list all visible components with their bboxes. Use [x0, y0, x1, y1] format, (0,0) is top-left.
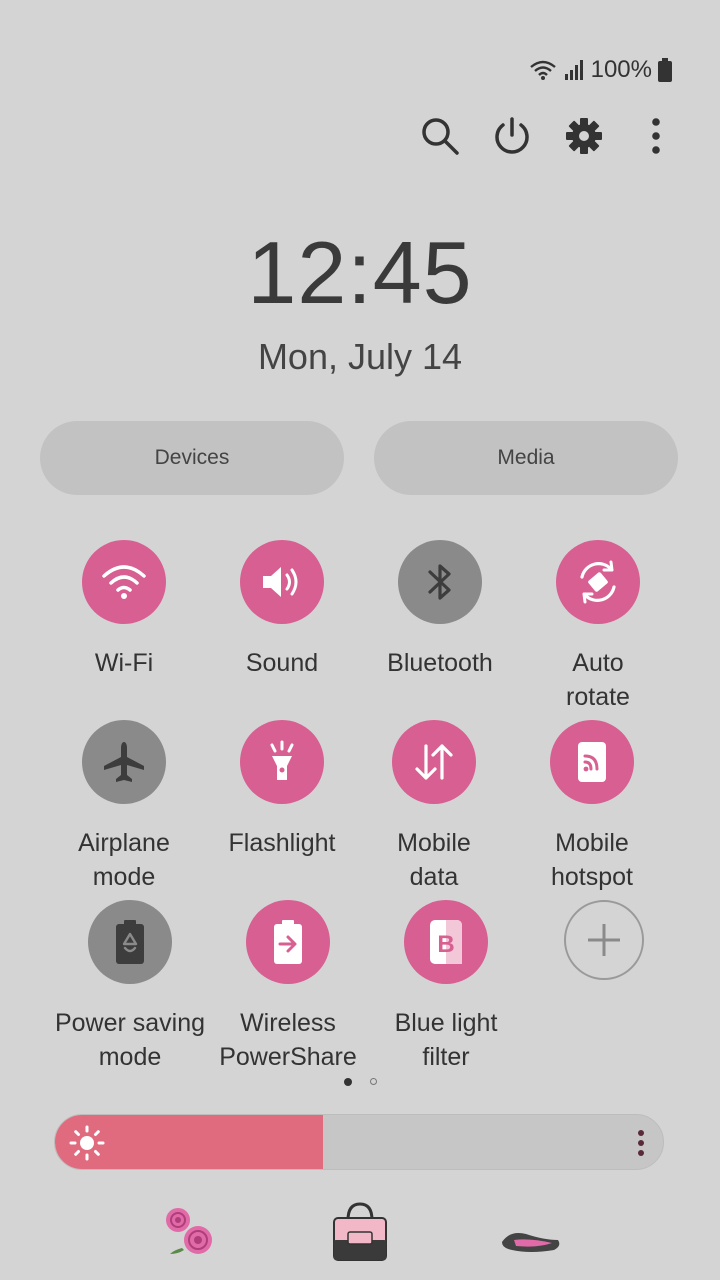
tile-auto-rotate[interactable]: Auto rotate [518, 540, 678, 714]
tile-hotspot-circle[interactable] [550, 720, 634, 804]
mobile-data-icon [415, 744, 453, 780]
hotspot-icon [578, 742, 606, 782]
brightness-slider[interactable] [54, 1114, 664, 1170]
power-icon [495, 117, 529, 154]
powershare-icon [274, 920, 302, 964]
bluetooth-icon [428, 564, 451, 600]
svg-text:B: B [437, 931, 454, 958]
wifi-status-icon [529, 60, 556, 80]
tile-power-saving-label: Power saving mode [54, 1009, 206, 1071]
add-tile-button[interactable] [564, 900, 644, 980]
brightness-more-icon[interactable] [637, 1129, 645, 1157]
brightness-sun-icon [69, 1125, 105, 1161]
search-icon [422, 118, 459, 155]
tile-airplane-mode[interactable]: Airplane mode [44, 720, 204, 894]
tile-mobile-data-label: Mobile data [397, 829, 471, 891]
tile-airplane-label: Airplane mode [78, 829, 170, 891]
tile-blue-light-circle[interactable]: B [404, 900, 488, 984]
page-dot-inactive [369, 1078, 377, 1085]
tile-mobile-hotspot[interactable]: Mobile hotspot [512, 720, 672, 894]
tile-wifi-circle[interactable] [82, 540, 166, 624]
more-options-button[interactable] [632, 112, 680, 160]
tile-hotspot-label: Mobile hotspot [550, 829, 633, 891]
tile-blue-light-label: Blue light filter [394, 1009, 498, 1071]
status-bar: 100% [529, 56, 672, 84]
tile-bluetooth-label: Bluetooth [387, 649, 493, 677]
tile-flashlight-circle[interactable] [240, 720, 324, 804]
tile-power-saving[interactable]: Power saving mode [50, 900, 210, 1074]
flashlight-icon [270, 740, 294, 780]
more-vertical-icon [652, 118, 660, 154]
page-dot-active [343, 1078, 352, 1086]
battery-percentage: 100% [590, 56, 652, 83]
clock-date[interactable]: Mon, July 14 [0, 336, 720, 378]
tile-bluetooth[interactable]: Bluetooth [360, 540, 520, 680]
tile-add[interactable] [524, 900, 684, 980]
shoe-icon[interactable] [500, 1226, 562, 1261]
tile-auto-rotate-label: Auto rotate [566, 649, 630, 711]
gear-icon [566, 118, 602, 154]
tile-powershare-label: Wireless PowerShare [219, 1009, 357, 1071]
tile-bluetooth-circle[interactable] [398, 540, 482, 624]
tile-airplane-circle[interactable] [82, 720, 166, 804]
power-button[interactable] [488, 112, 536, 160]
auto-rotate-icon [580, 560, 616, 604]
signal-icon [564, 60, 583, 80]
add-icon [588, 924, 620, 956]
media-button[interactable]: Media [374, 421, 678, 495]
tile-power-saving-circle[interactable] [88, 900, 172, 984]
power-saving-icon [116, 920, 144, 964]
settings-button[interactable] [560, 112, 608, 160]
page-indicator [0, 1078, 720, 1086]
tile-wifi-label: Wi-Fi [94, 649, 154, 677]
tile-sound-circle[interactable] [240, 540, 324, 624]
tile-sound-label: Sound [245, 649, 319, 677]
clock-time[interactable]: 12:45 [0, 222, 720, 324]
quick-panel-actions [0, 112, 720, 162]
search-button[interactable] [416, 112, 464, 160]
roses-icon[interactable] [160, 1204, 220, 1265]
tile-mobile-data-circle[interactable] [392, 720, 476, 804]
battery-icon [658, 58, 672, 82]
tile-wireless-powershare[interactable]: Wireless PowerShare [208, 900, 368, 1074]
tile-wifi[interactable]: Wi-Fi [44, 540, 204, 680]
handbag-icon[interactable] [330, 1200, 390, 1267]
tile-powershare-circle[interactable] [246, 900, 330, 984]
tile-flashlight-label: Flashlight [228, 829, 336, 857]
wifi-icon [102, 565, 146, 599]
tile-flashlight[interactable]: Flashlight [202, 720, 362, 860]
sound-icon [263, 567, 298, 597]
devices-button[interactable]: Devices [40, 421, 344, 495]
blue-light-filter-icon: B [430, 920, 462, 964]
tile-auto-rotate-circle[interactable] [556, 540, 640, 624]
tile-mobile-data[interactable]: Mobile data [354, 720, 514, 894]
airplane-icon [104, 742, 144, 782]
tile-blue-light-filter[interactable]: B Blue light filter [366, 900, 526, 1074]
tile-sound[interactable]: Sound [202, 540, 362, 680]
